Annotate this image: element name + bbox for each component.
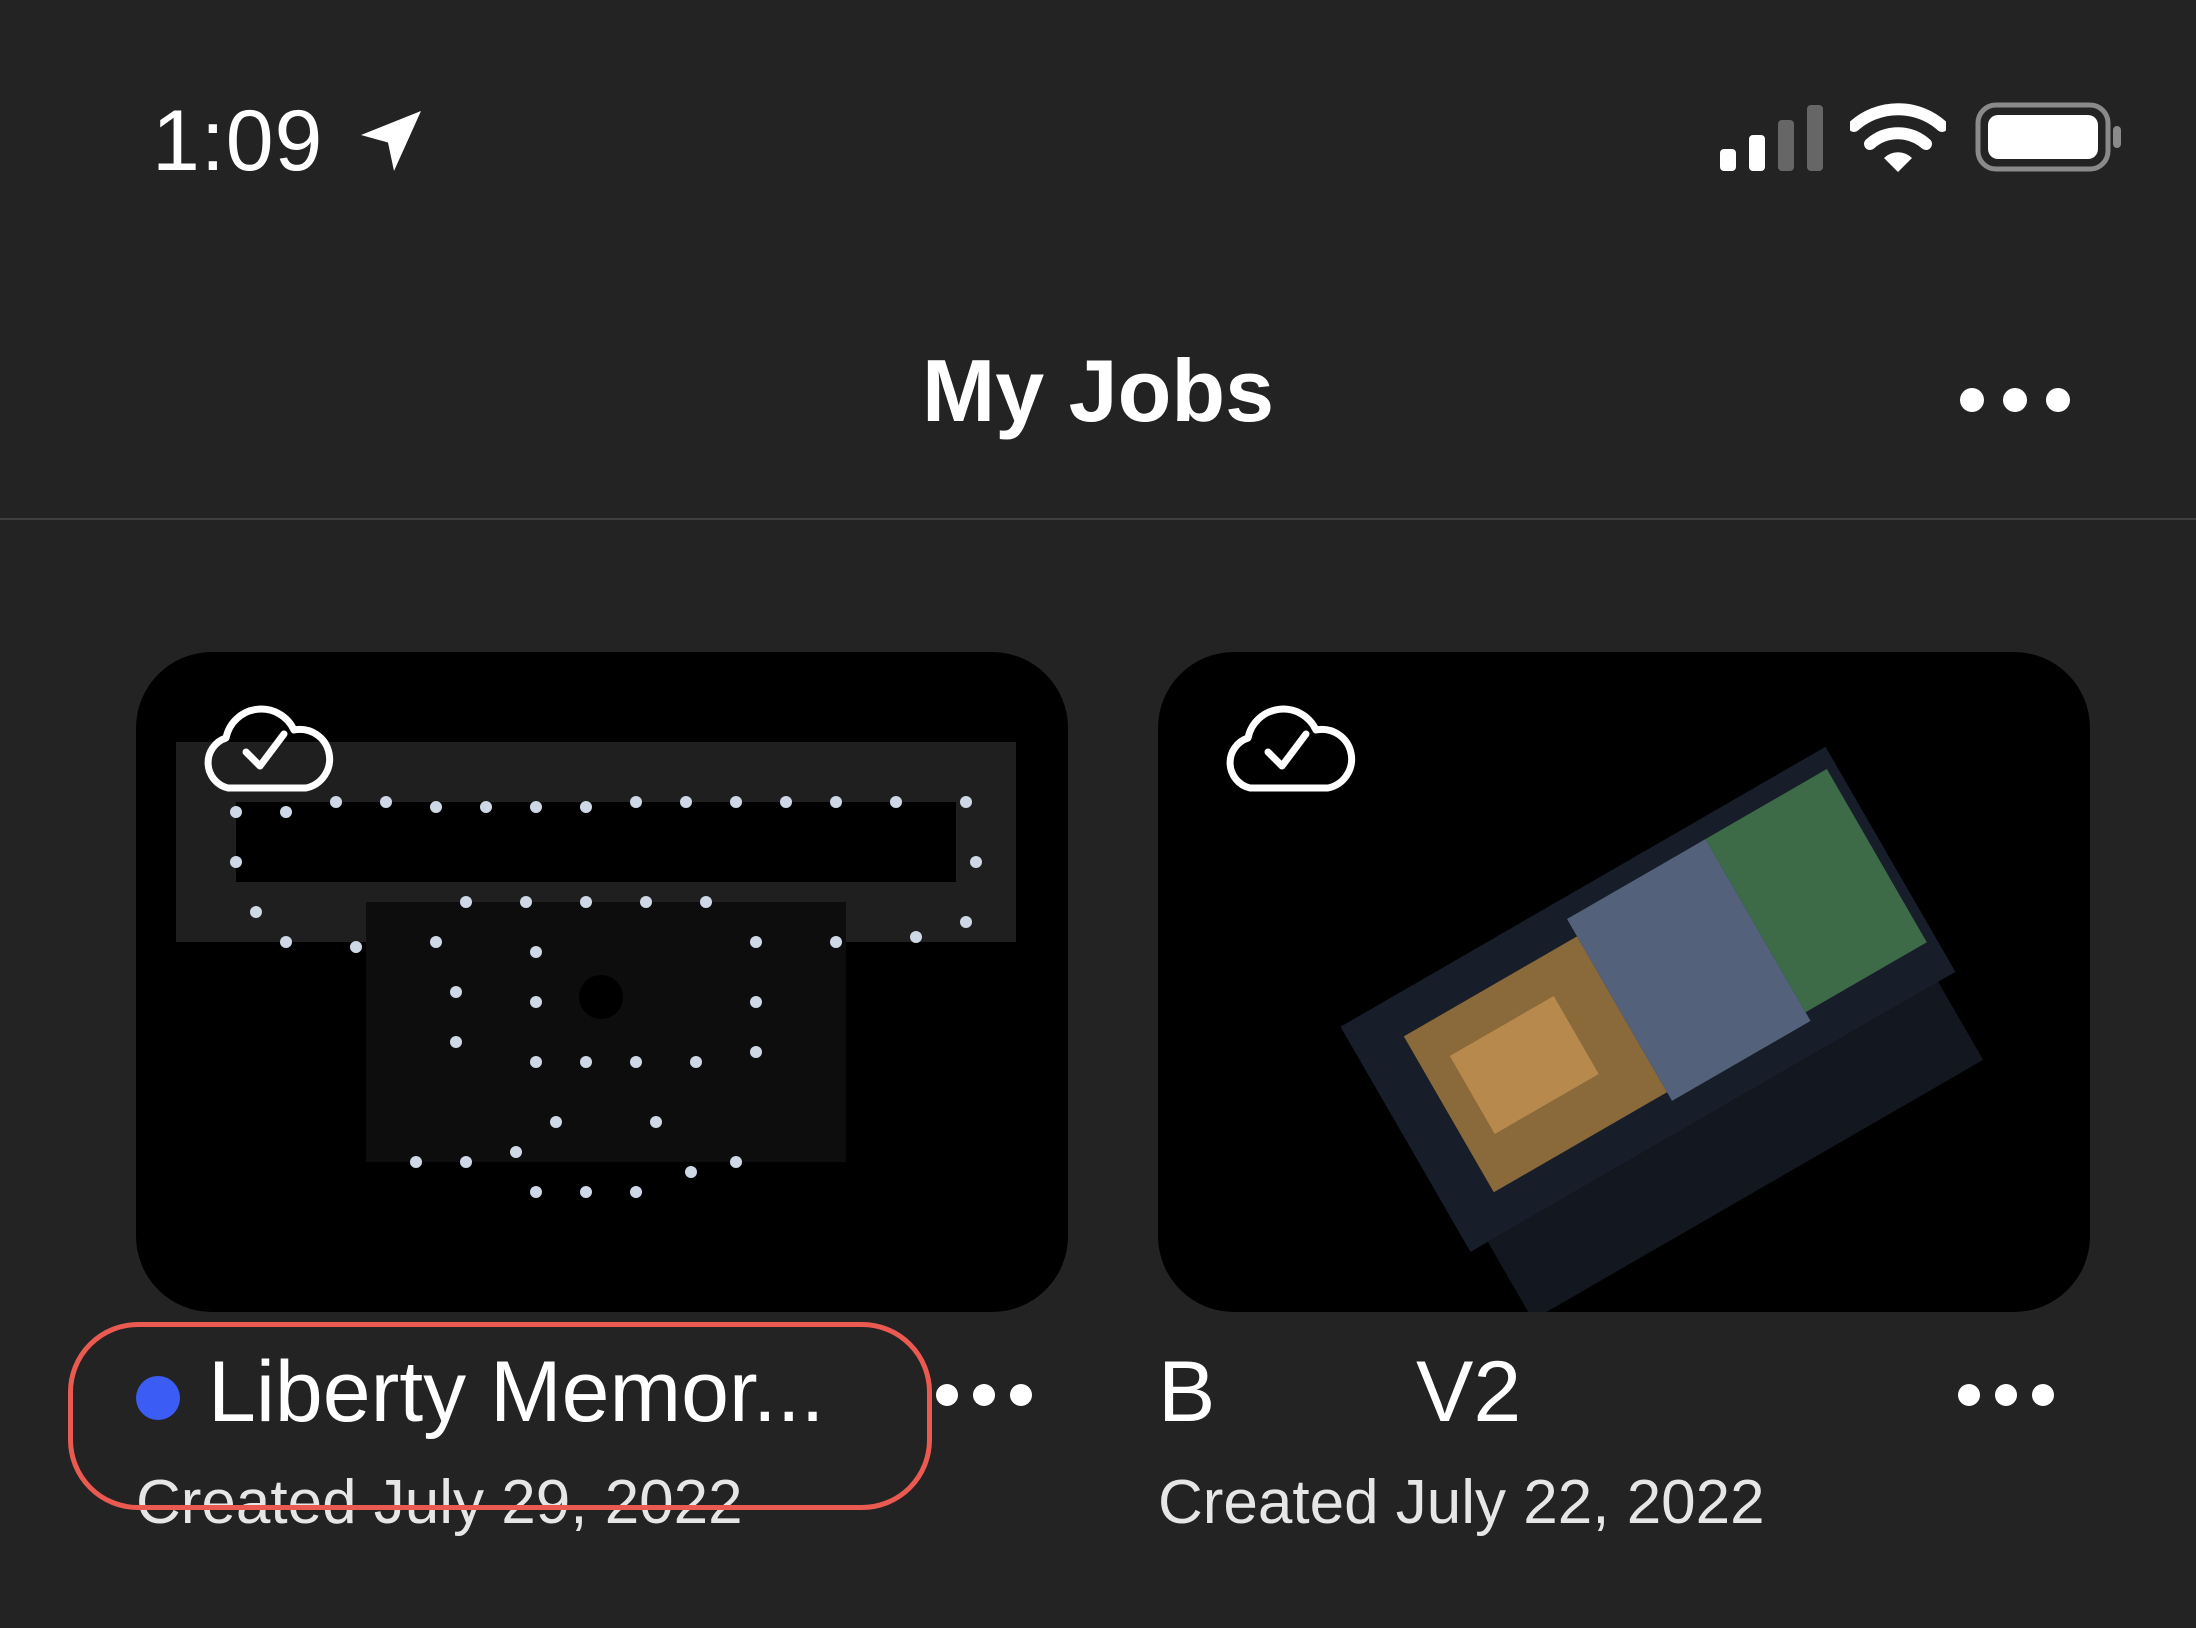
page-title: My Jobs: [921, 341, 1275, 440]
job-name-part[interactable]: V2: [1416, 1342, 1521, 1442]
more-icon-dot: [2032, 1384, 2054, 1406]
battery-icon: [1975, 102, 2121, 172]
more-icon-dot: [2003, 388, 2027, 412]
highlight-annotation: [68, 1322, 932, 1510]
job-card[interactable]: B V2 Created July 22, 2022: [1158, 652, 2090, 1537]
job-thumbnail[interactable]: [136, 652, 1068, 1312]
more-icon-dot: [2046, 388, 2070, 412]
more-icon-dot: [1010, 1384, 1032, 1406]
job-created-date: Created July 22, 2022: [1158, 1468, 1765, 1537]
cloud-check-icon: [204, 705, 334, 792]
more-icon: [1958, 1384, 1980, 1406]
nav-bar: My Jobs: [0, 250, 2196, 520]
more-options-button[interactable]: [1960, 380, 2070, 420]
job-card[interactable]: Liberty Memor... Created July 29, 2022: [136, 652, 1068, 1537]
location-arrow-icon: [361, 111, 421, 171]
job-more-button[interactable]: [936, 1380, 1032, 1410]
job-more-button[interactable]: [1958, 1380, 2054, 1410]
status-time: 1:09: [152, 93, 324, 189]
job-thumbnail[interactable]: [1158, 652, 2090, 1312]
more-icon-dot: [973, 1384, 995, 1406]
cellular-signal-icon: [1720, 105, 1823, 171]
status-bar: 1:09: [0, 0, 2196, 250]
job-name-part[interactable]: B: [1158, 1342, 1215, 1442]
more-icon-dot: [1995, 1384, 2017, 1406]
job-name-row: B V2: [1158, 1342, 2090, 1442]
more-icon: [936, 1384, 958, 1406]
cloud-check-icon: [1226, 705, 1356, 792]
more-icon: [1960, 388, 1984, 412]
wifi-icon: [1850, 103, 1946, 172]
